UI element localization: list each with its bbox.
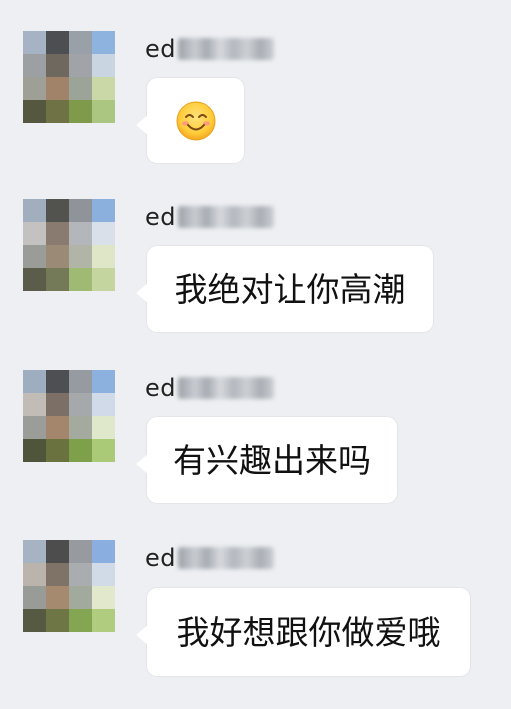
avatar-pixel [46, 222, 69, 245]
sender-name-row: ed [145, 544, 274, 572]
redacted-name-blur [178, 547, 274, 569]
avatar-pixel [46, 609, 69, 632]
message-text: 我绝对让你高潮 [174, 269, 406, 309]
avatar-pixel [46, 416, 69, 439]
avatar-pixel [69, 609, 92, 632]
avatar-pixel [23, 609, 46, 632]
avatar-pixel [69, 563, 92, 586]
avatar-pixel [23, 199, 46, 222]
avatar-pixel [92, 100, 115, 123]
message-bubble[interactable] [136, 78, 244, 163]
avatar-pixel [23, 54, 46, 77]
avatar-pixel [92, 586, 115, 609]
sender-name: ed [145, 374, 176, 402]
avatar-pixel [92, 370, 115, 393]
redacted-name-blur [178, 206, 274, 228]
message-bubble[interactable]: 我绝对让你高潮 [136, 246, 433, 332]
message-bubble[interactable]: 有兴趣出来吗 [136, 417, 397, 503]
avatar[interactable] [23, 540, 115, 632]
avatar-pixel [46, 370, 69, 393]
avatar-pixel [92, 416, 115, 439]
avatar-pixel [69, 31, 92, 54]
avatar-pixel [92, 77, 115, 100]
avatar-pixel [92, 222, 115, 245]
avatar-pixel [92, 540, 115, 563]
avatar-pixel [92, 245, 115, 268]
avatar-pixel [23, 245, 46, 268]
avatar-pixel [69, 393, 92, 416]
avatar-pixel [23, 563, 46, 586]
avatar-pixel [23, 416, 46, 439]
avatar-pixel [46, 77, 69, 100]
avatar[interactable] [23, 370, 115, 462]
avatar-pixel [46, 199, 69, 222]
avatar-pixel [92, 393, 115, 416]
avatar-pixel [46, 393, 69, 416]
avatar-pixel [69, 54, 92, 77]
avatar-pixel [46, 54, 69, 77]
avatar-pixel [69, 416, 92, 439]
avatar-pixel [69, 439, 92, 462]
avatar-pixel [92, 439, 115, 462]
avatar-pixel [46, 100, 69, 123]
avatar-pixel [23, 31, 46, 54]
avatar-pixel [23, 370, 46, 393]
avatar-pixel [92, 563, 115, 586]
avatar-pixel [46, 31, 69, 54]
avatar-pixel [46, 586, 69, 609]
sender-name-row: ed [145, 35, 274, 63]
avatar-pixel [23, 268, 46, 291]
avatar-pixel [92, 54, 115, 77]
avatar-pixel [23, 540, 46, 563]
avatar-pixel [69, 268, 92, 291]
chat-conversation: ed ed 我绝对让你高潮 ed 有兴趣出来吗 ed 我好想跟你做爱哦 [0, 0, 511, 709]
avatar-pixel [69, 199, 92, 222]
sender-name: ed [145, 35, 176, 63]
avatar-pixel [23, 222, 46, 245]
avatar-pixel [46, 439, 69, 462]
redacted-name-blur [178, 377, 274, 399]
avatar-pixel [23, 586, 46, 609]
avatar-pixel [46, 563, 69, 586]
avatar-pixel [69, 77, 92, 100]
avatar-pixel [46, 540, 69, 563]
avatar-pixel [92, 609, 115, 632]
avatar-pixel [23, 77, 46, 100]
avatar[interactable] [23, 31, 115, 123]
avatar-pixel [46, 245, 69, 268]
avatar-pixel [92, 268, 115, 291]
avatar[interactable] [23, 199, 115, 291]
message-text: 我好想跟你做爱哦 [176, 612, 441, 652]
avatar-pixel [92, 199, 115, 222]
avatar-pixel [69, 245, 92, 268]
sender-name-row: ed [145, 374, 274, 402]
avatar-pixel [69, 370, 92, 393]
avatar-pixel [46, 268, 69, 291]
message-bubble[interactable]: 我好想跟你做爱哦 [136, 588, 470, 676]
message-text: 有兴趣出来吗 [173, 440, 371, 480]
sender-name-row: ed [145, 203, 274, 231]
smiling-face-emoji-icon [176, 101, 215, 140]
avatar-pixel [69, 586, 92, 609]
avatar-pixel [92, 31, 115, 54]
avatar-pixel [23, 100, 46, 123]
avatar-pixel [69, 222, 92, 245]
avatar-pixel [69, 540, 92, 563]
sender-name: ed [145, 203, 176, 231]
avatar-pixel [23, 439, 46, 462]
avatar-pixel [69, 100, 92, 123]
redacted-name-blur [178, 38, 274, 60]
avatar-pixel [23, 393, 46, 416]
sender-name: ed [145, 544, 176, 572]
